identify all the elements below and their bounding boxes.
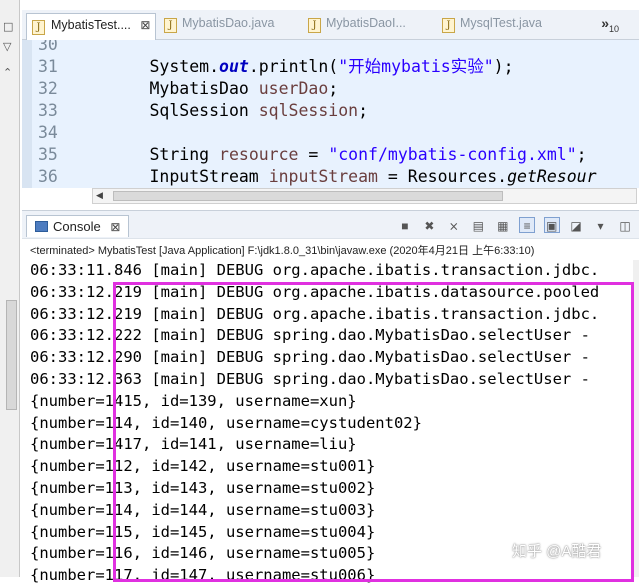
scroll-left-icon[interactable]: ◀ [96, 190, 103, 201]
code-token: "开始mybatis实验" [338, 57, 494, 76]
line-number: 36 [38, 167, 58, 186]
code-token: getResour [507, 167, 597, 186]
line-number: 32 [38, 79, 58, 98]
code-line[interactable]: 30 [32, 40, 639, 56]
close-tab-icon[interactable]: ⊠ [140, 18, 150, 32]
java-file-icon: J [308, 18, 321, 33]
console-view: Console ⊠ ■ ✖ ⨯ ▤ ▦ ≡ ▣ ◪ ▾ ◫ <terminate… [22, 210, 639, 584]
horizontal-scrollbar[interactable]: ◀ [92, 188, 637, 204]
code-token: userDao [258, 79, 329, 98]
tab-mybatistest[interactable]: J MybatisTest.... ⊠ [26, 13, 156, 41]
terminate-icon[interactable]: ■ [397, 218, 413, 234]
scroll-up-icon[interactable]: ⌃ [3, 66, 12, 79]
pin-console-icon[interactable]: ◪ [568, 218, 584, 234]
code-token: System. [70, 57, 220, 76]
line-number: 31 [38, 57, 58, 76]
tab-label: MysqlTest.java [460, 16, 542, 30]
console-output[interactable]: 06:33:11.846 [main] DEBUG org.apache.iba… [30, 260, 639, 587]
line-number: 30 [38, 40, 58, 54]
tab-mybatisdaoi[interactable]: J MybatisDaoI... [308, 16, 406, 38]
code-area[interactable]: 30 31 System.out.println("开始mybatis实验"); 3… [22, 40, 639, 188]
close-console-icon[interactable]: ⊠ [110, 220, 120, 234]
code-line[interactable]: 31 System.out.println("开始mybatis实验"); [32, 56, 639, 78]
remove-launch-icon[interactable]: ✖ [421, 218, 437, 234]
code-line[interactable]: 36 InputStream inputStream = Resources.g… [32, 166, 639, 188]
code-token: MybatisDao [70, 79, 259, 98]
code-line[interactable]: 32 MybatisDao userDao; [32, 78, 639, 100]
java-file-icon: J [442, 18, 455, 33]
java-file-icon: J [32, 20, 45, 35]
tab-console[interactable]: Console ⊠ [26, 215, 130, 237]
code-token: ; [358, 101, 369, 120]
code-token: ; [328, 79, 339, 98]
vertical-scrollbar-thumb[interactable] [6, 300, 17, 410]
code-token: = Resources. [377, 167, 508, 186]
code-token: String [70, 145, 220, 164]
word-wrap-icon[interactable]: ≡ [519, 217, 536, 233]
console-status: <terminated> MybatisTest [Java Applicati… [30, 245, 535, 257]
open-console-icon[interactable]: ◫ [617, 218, 633, 234]
left-side-panel: □ ▽ ⌃ [0, 0, 20, 577]
tab-mysqltest[interactable]: J MysqlTest.java [442, 16, 542, 38]
console-output-line: 06:33:12.219 [main] DEBUG org.apache.iba… [30, 304, 600, 323]
java-file-icon: J [164, 18, 177, 33]
tab-label: MybatisDaoI... [326, 16, 406, 30]
console-output-line: 06:33:12.290 [main] DEBUG spring.dao.Myb… [30, 348, 590, 367]
code-token: .println( [248, 57, 339, 76]
scroll-lock-icon[interactable]: ▦ [495, 218, 511, 234]
console-output-line: {number=117, id=147, username=stu006} [30, 566, 376, 585]
code-token: InputStream [70, 167, 269, 186]
console-vertical-scrollbar[interactable] [633, 260, 639, 577]
panel-icon[interactable]: □ [3, 20, 13, 33]
view-menu-icon[interactable]: ▽ [3, 40, 11, 53]
overflow-count: 10 [608, 23, 619, 34]
code-line[interactable]: 34 [32, 122, 639, 144]
console-output-line: 06:33:11.846 [main] DEBUG org.apache.iba… [30, 261, 600, 279]
console-tools: ■ ✖ ⨯ ▤ ▦ ≡ ▣ ◪ ▾ ◫ [393, 217, 633, 235]
tab-label: MybatisDao.java [182, 16, 275, 30]
console-output-line: {number=113, id=143, username=stu002} [30, 478, 376, 497]
code-line[interactable]: 33 SqlSession sqlSession; [32, 100, 639, 122]
code-token: ; [576, 145, 587, 164]
console-output-line: 06:33:12.363 [main] DEBUG spring.dao.Myb… [30, 369, 590, 388]
code-editor: J MybatisTest.... ⊠ J MybatisDao.java J … [22, 0, 639, 208]
tab-label: MybatisTest.... [51, 18, 131, 32]
console-output-line: 06:33:12.222 [main] DEBUG spring.dao.Myb… [30, 326, 590, 345]
code-token: out [219, 57, 249, 76]
code-token: inputStream [268, 167, 378, 186]
overflow-chevron: » [601, 15, 609, 31]
tab-mybatisdao[interactable]: J MybatisDao.java [164, 16, 274, 38]
show-on-output-icon[interactable]: ▣ [543, 217, 560, 233]
display-console-icon[interactable]: ▾ [593, 218, 609, 234]
code-token: resource [219, 145, 299, 164]
code-token: SqlSession [70, 101, 259, 120]
code-token: = [298, 145, 329, 164]
line-number: 33 [38, 101, 58, 120]
tab-overflow-button[interactable]: »10 [601, 15, 619, 34]
line-number: 34 [38, 123, 58, 142]
console-output-line: 06:33:12.219 [main] DEBUG org.apache.iba… [30, 282, 600, 301]
editor-tab-bar: J MybatisTest.... ⊠ J MybatisDao.java J … [22, 10, 639, 41]
code-token: "conf/mybatis-config.xml" [328, 145, 577, 164]
horizontal-scrollbar-thumb[interactable] [113, 191, 503, 201]
console-output-line: {number=1415, id=139, username=xun} [30, 391, 357, 410]
clear-console-icon[interactable]: ▤ [470, 218, 486, 234]
code-token: ); [493, 57, 514, 76]
change-ruler [22, 40, 32, 188]
code-token: sqlSession [258, 101, 359, 120]
console-output-line: {number=114, id=144, username=stu003} [30, 500, 376, 519]
console-toolbar: Console ⊠ ■ ✖ ⨯ ▤ ▦ ≡ ▣ ◪ ▾ ◫ [22, 211, 639, 239]
line-number: 35 [38, 145, 58, 164]
console-output-line: {number=112, id=142, username=stu001} [30, 457, 376, 476]
console-output-line: {number=114, id=140, username=cystudent0… [30, 413, 422, 432]
console-icon [35, 221, 48, 232]
console-output-line: {number=1417, id=141, username=liu} [30, 435, 357, 454]
code-line[interactable]: 35 String resource = "conf/mybatis-confi… [32, 144, 639, 166]
watermark: 知乎 @A酷君 [512, 543, 602, 560]
console-title: Console [53, 219, 101, 234]
remove-all-launches-icon[interactable]: ⨯ [446, 218, 462, 234]
